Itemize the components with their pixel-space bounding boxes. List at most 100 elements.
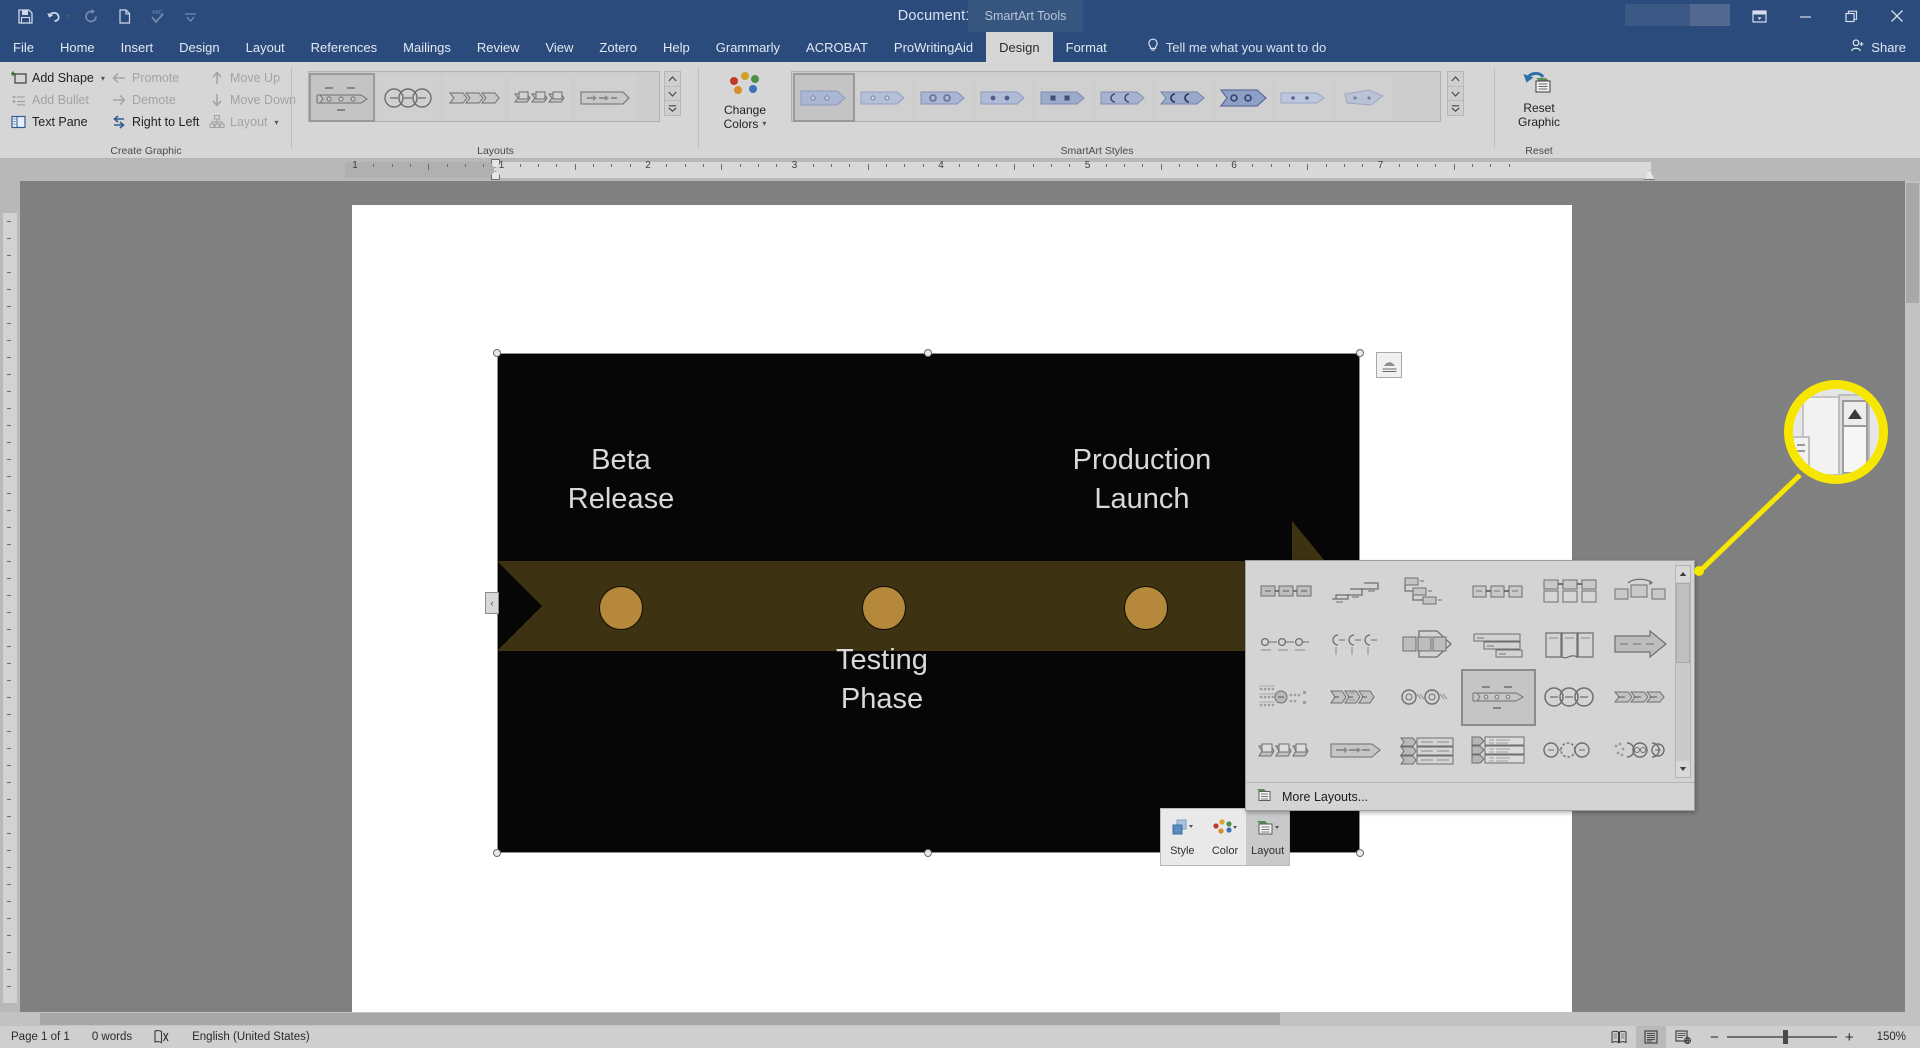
smartart-node-label-1[interactable]: Beta Release xyxy=(521,441,721,518)
tell-me-box[interactable]: Tell me what you want to do xyxy=(1146,38,1326,56)
resize-handle-br[interactable] xyxy=(1356,849,1364,857)
print-layout-view[interactable] xyxy=(1636,1026,1667,1048)
layout-gallery-item-arrow-ribbon[interactable] xyxy=(575,75,637,120)
layout-cell-continuous-block-process[interactable] xyxy=(1605,618,1676,671)
style-item-0[interactable] xyxy=(793,73,855,122)
layout-gallery-item-circle-process[interactable] xyxy=(377,75,439,120)
text-pane-button[interactable]: Text Pane xyxy=(6,111,106,133)
scroll-up-arrow[interactable] xyxy=(1676,566,1690,582)
layouts-gallery-spinner[interactable] xyxy=(664,71,681,116)
gallery-scroll-up[interactable] xyxy=(665,72,680,87)
quick-layout-button[interactable]: Layout xyxy=(1246,809,1290,865)
layouts-gallery[interactable] xyxy=(308,71,660,122)
layout-cell-sub-step-process[interactable] xyxy=(1321,671,1392,724)
zoom-track[interactable] xyxy=(1726,1030,1837,1044)
layout-gallery-item-basic-timeline[interactable] xyxy=(309,73,375,122)
language-indicator[interactable]: English (United States) xyxy=(181,1026,321,1048)
styles-more[interactable] xyxy=(1448,101,1463,116)
style-item-4[interactable] xyxy=(1035,75,1093,120)
tab-references[interactable]: References xyxy=(298,32,390,62)
style-item-3[interactable] xyxy=(975,75,1033,120)
vertical-scrollbar-thumb[interactable] xyxy=(1906,183,1919,303)
layout-cell-circle-accent-timeline[interactable] xyxy=(1321,618,1392,671)
move-up-button[interactable]: Move Up xyxy=(204,67,300,89)
tab-insert[interactable]: Insert xyxy=(108,32,167,62)
demote-button[interactable]: Demote xyxy=(106,89,206,111)
resize-handle-tl[interactable] xyxy=(493,349,501,357)
tab-mailings[interactable]: Mailings xyxy=(390,32,464,62)
page-indicator[interactable]: Page 1 of 1 xyxy=(0,1026,81,1048)
restore-icon[interactable] xyxy=(1828,0,1874,32)
layout-cell-repeating-bending-process[interactable] xyxy=(1534,565,1605,618)
scrollbar-thumb[interactable] xyxy=(1676,583,1690,663)
zoom-out-button[interactable]: − xyxy=(1710,1029,1719,1046)
layout-gallery-scrollbar[interactable] xyxy=(1675,565,1691,778)
style-item-1[interactable] xyxy=(855,75,913,120)
horizontal-scrollbar[interactable] xyxy=(0,1012,1920,1026)
close-icon[interactable] xyxy=(1874,0,1920,32)
spelling-check-icon[interactable]: ABC xyxy=(142,3,172,29)
style-item-8[interactable] xyxy=(1275,75,1333,120)
layout-cell-vertical-process-list[interactable] xyxy=(1463,724,1534,777)
style-item-5[interactable] xyxy=(1095,75,1153,120)
tab-design[interactable]: Design xyxy=(166,32,232,62)
add-bullet-button[interactable]: Add Bullet xyxy=(6,89,106,111)
zoom-thumb[interactable] xyxy=(1782,1030,1788,1044)
layout-gallery-dropdown[interactable]: More Layouts... xyxy=(1245,560,1695,811)
tab-review[interactable]: Review xyxy=(464,32,533,62)
horizontal-ruler[interactable]: 11234567 xyxy=(0,159,1920,181)
move-down-button[interactable]: Move Down xyxy=(204,89,300,111)
text-pane-toggle[interactable]: ‹ xyxy=(485,592,499,614)
layout-button[interactable]: Layout ▾ xyxy=(204,111,300,133)
web-layout-view[interactable] xyxy=(1668,1026,1698,1048)
horizontal-scrollbar-thumb[interactable] xyxy=(40,1013,1280,1025)
layout-cell-detailed-process[interactable] xyxy=(1250,671,1321,724)
gallery-more[interactable] xyxy=(665,101,680,116)
add-shape-dropdown-caret[interactable]: ▾ xyxy=(101,74,105,83)
add-shape-button[interactable]: Add Shape ▾ xyxy=(6,67,106,89)
promote-button[interactable]: Promote xyxy=(106,67,206,89)
zoom-slider[interactable]: − + xyxy=(1700,1029,1864,1046)
tab-home[interactable]: Home xyxy=(47,32,108,62)
smartart-marker-2[interactable] xyxy=(862,586,906,630)
style-item-9[interactable] xyxy=(1335,75,1393,120)
read-mode-view[interactable] xyxy=(1604,1026,1634,1048)
tab-zotero[interactable]: Zotero xyxy=(586,32,650,62)
resize-handle-tc[interactable] xyxy=(924,349,932,357)
styles-gallery-spinner[interactable] xyxy=(1447,71,1464,116)
layout-cell-vertical-chevron-list[interactable] xyxy=(1392,724,1463,777)
smartart-marker-1[interactable] xyxy=(599,586,643,630)
redo-icon[interactable] xyxy=(76,3,106,29)
zoom-level[interactable]: 150% xyxy=(1866,1026,1912,1048)
layout-options-icon[interactable] xyxy=(1376,352,1402,378)
layout-cell-process-arrows[interactable] xyxy=(1463,565,1534,618)
tab-help[interactable]: Help xyxy=(650,32,703,62)
customize-quick-access-icon[interactable] xyxy=(175,3,205,29)
layout-gallery-item-boxed-process[interactable] xyxy=(509,75,571,120)
layout-cell-circular-bending-process[interactable] xyxy=(1605,565,1676,618)
tab-grammarly[interactable]: Grammarly xyxy=(703,32,793,62)
resize-handle-tr[interactable] xyxy=(1356,349,1364,357)
layout-cell-phased-process[interactable] xyxy=(1392,671,1463,724)
save-icon[interactable] xyxy=(10,3,40,29)
resize-handle-bl[interactable] xyxy=(493,849,501,857)
tab-acrobat[interactable]: ACROBAT xyxy=(793,32,881,62)
layout-cell-basic-timeline-dots[interactable] xyxy=(1250,618,1321,671)
more-layouts-button[interactable]: More Layouts... xyxy=(1246,782,1694,810)
tab-file[interactable]: File xyxy=(0,32,47,62)
layout-cell-vertical-bending-process[interactable] xyxy=(1392,565,1463,618)
undo-icon[interactable]: ▾ xyxy=(43,3,73,29)
vertical-ruler[interactable] xyxy=(0,181,20,1029)
layout-cell-circle-process[interactable] xyxy=(1534,671,1605,724)
undo-dropdown-caret[interactable]: ▾ xyxy=(66,12,70,21)
word-count[interactable]: 0 words xyxy=(81,1026,143,1048)
styles-scroll-up[interactable] xyxy=(1448,72,1463,87)
layout-cell-alternating-flow[interactable] xyxy=(1534,724,1605,777)
smartart-graphic[interactable]: Beta Release Testing Phase Production La… xyxy=(497,353,1362,853)
resize-handle-bc[interactable] xyxy=(924,849,932,857)
ribbon-display-options-icon[interactable] xyxy=(1736,0,1782,32)
right-to-left-button[interactable]: Right to Left xyxy=(106,111,206,133)
tab-layout[interactable]: Layout xyxy=(233,32,298,62)
layout-cell-chevron-process[interactable] xyxy=(1605,671,1676,724)
share-button[interactable]: Share xyxy=(1850,38,1906,56)
